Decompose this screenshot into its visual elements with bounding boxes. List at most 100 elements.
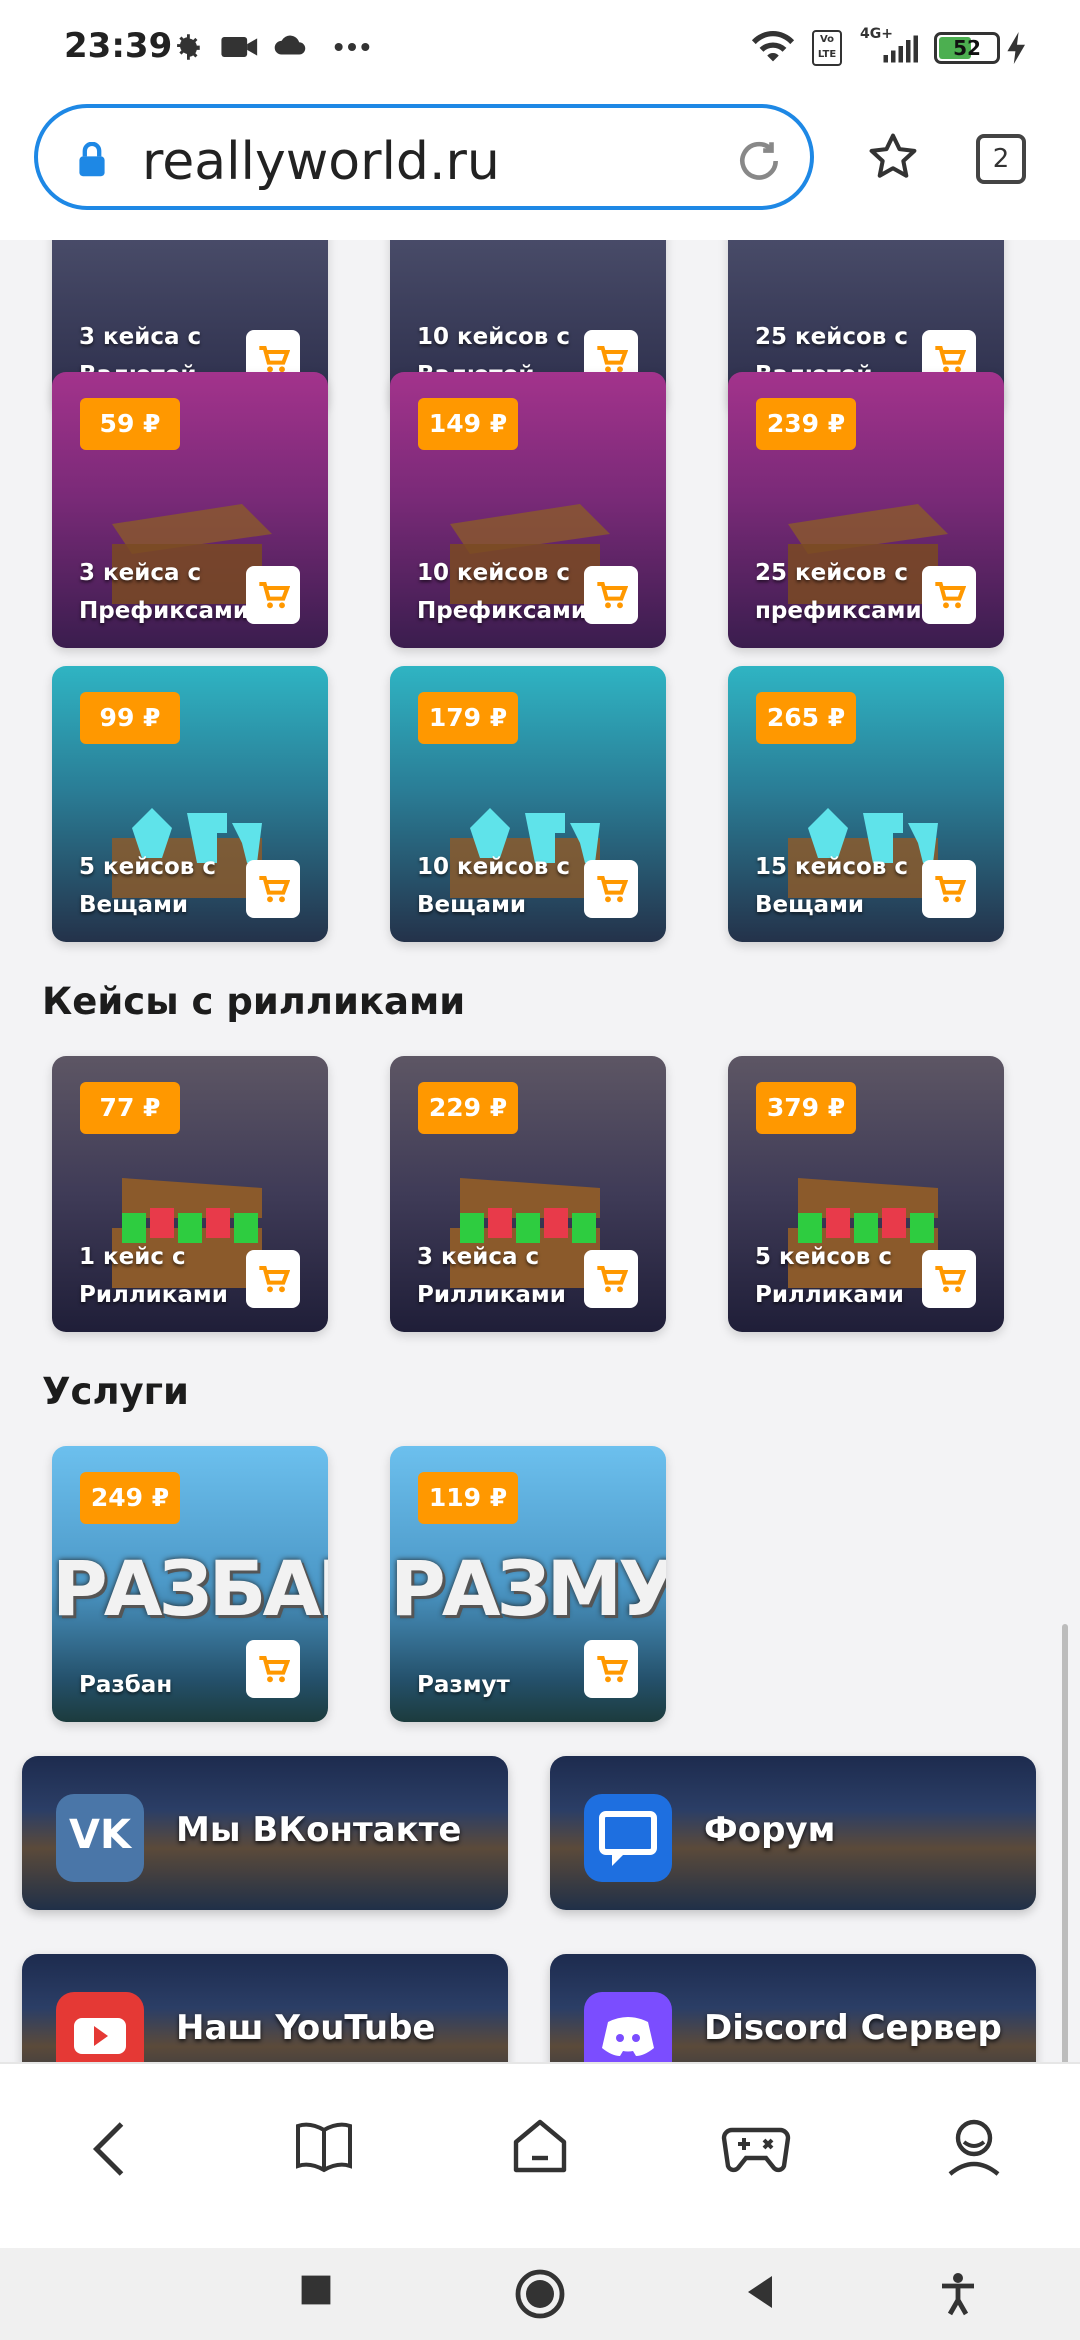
case-card[interactable]: 99 ₽ 5 кейсов с Вещами (52, 666, 328, 942)
case-card[interactable]: 59 ₽ 3 кейса с Префиксами (52, 372, 328, 648)
cart-icon (935, 1266, 966, 1293)
browser-toolbar: reallyworld.ru 2 (0, 96, 1080, 240)
case-name: 5 кейсов с Рилликами (755, 1244, 904, 1308)
cart-button[interactable] (922, 860, 976, 918)
cart-icon (259, 876, 290, 903)
price-badge: 149 ₽ (418, 398, 518, 450)
case-card[interactable]: 179 ₽ 10 кейсов с Вещами (390, 666, 666, 942)
vk-icon: VK (56, 1794, 144, 1882)
case-name: 1 кейс с Рилликами (79, 1244, 228, 1308)
more-dots-icon (334, 43, 370, 51)
bookmark-star-icon[interactable] (866, 130, 920, 184)
cart-button[interactable] (584, 566, 638, 624)
cart-icon (597, 1656, 628, 1683)
case-name: 5 кейсов с Вещами (79, 854, 216, 918)
page-content: 3 кейса с Валютой 10 кейсов с Валютой 25… (0, 240, 1080, 2062)
price-badge: 77 ₽ (80, 1082, 180, 1134)
gear-icon (177, 34, 200, 60)
case-name: 10 кейсов с Префиксами (417, 560, 587, 624)
recents-icon[interactable] (298, 2272, 334, 2308)
section-title-rilliki: Кейсы с рилликами (42, 980, 466, 1023)
cart-button[interactable] (246, 566, 300, 624)
reload-icon[interactable] (734, 136, 784, 186)
back-triangle-icon[interactable] (740, 2272, 780, 2312)
price-badge: 229 ₽ (418, 1082, 518, 1134)
section-title-services: Услуги (42, 1370, 189, 1413)
service-card[interactable]: РАЗБАН 249 ₽ Разбан (52, 1446, 328, 1722)
case-name: 10 кейсов с Вещами (417, 854, 570, 918)
cart-icon (259, 1656, 290, 1683)
price-badge: 99 ₽ (80, 692, 180, 744)
price-badge: 265 ₽ (756, 692, 856, 744)
service-name: Разбан (79, 1672, 173, 1698)
cart-button[interactable] (246, 1250, 300, 1308)
case-card[interactable]: 239 ₽ 25 кейсов с префиксами (728, 372, 1004, 648)
case-card[interactable]: 379 ₽ 5 кейсов с Рилликами (728, 1056, 1004, 1332)
browser-bottom-nav (0, 2062, 1080, 2248)
price-badge: 59 ₽ (80, 398, 180, 450)
service-name: Размут (417, 1672, 510, 1698)
cart-icon (597, 582, 628, 609)
status-bar: 23:39 Vo LTE 4G+ 52 (0, 0, 1080, 96)
battery-level: 52 (953, 36, 981, 60)
price-badge: 119 ₽ (418, 1472, 518, 1524)
cart-icon (259, 346, 290, 373)
social-link-youtube[interactable]: Наш YouTube (22, 1954, 508, 2062)
accessibility-icon[interactable] (938, 2272, 978, 2316)
youtube-icon (56, 1992, 144, 2062)
price-badge: 179 ₽ (418, 692, 518, 744)
case-card[interactable]: 229 ₽ 3 кейса с Рилликами (390, 1056, 666, 1332)
service-banner: РАЗМУТ (390, 1544, 666, 1633)
cart-icon (259, 1266, 290, 1293)
cart-button[interactable] (584, 1640, 638, 1698)
service-banner: РАЗБАН (52, 1544, 328, 1633)
back-icon[interactable] (84, 2114, 134, 2184)
service-card[interactable]: РАЗМУТ 119 ₽ Размут (390, 1446, 666, 1722)
signal-icon (883, 35, 918, 63)
video-icon (221, 37, 258, 57)
url-text[interactable]: reallyworld.ru (142, 132, 500, 192)
social-link-forum[interactable]: Форум (550, 1756, 1036, 1910)
case-card[interactable]: 265 ₽ 15 кейсов с Вещами (728, 666, 1004, 942)
page-scrollbar[interactable] (1062, 1624, 1068, 2062)
games-icon[interactable] (720, 2114, 792, 2178)
cart-icon (935, 876, 966, 903)
tab-switcher-button[interactable]: 2 (976, 134, 1026, 184)
bookmarks-icon[interactable] (292, 2114, 356, 2178)
cart-icon (935, 582, 966, 609)
forum-icon (584, 1794, 672, 1882)
social-link-vk[interactable]: VK Мы ВКонтакте (22, 1756, 508, 1910)
price-badge: 249 ₽ (80, 1472, 180, 1524)
social-label: Мы ВКонтакте (176, 1810, 462, 1850)
cart-button[interactable] (922, 566, 976, 624)
cart-button[interactable] (922, 1250, 976, 1308)
case-name: 25 кейсов с префиксами (755, 560, 922, 624)
price-badge: 379 ₽ (756, 1082, 856, 1134)
cart-button[interactable] (584, 1250, 638, 1308)
cart-icon (259, 582, 290, 609)
battery-icon: 52 (934, 32, 1000, 64)
cart-button[interactable] (246, 1640, 300, 1698)
discord-icon (584, 1992, 672, 2062)
address-bar[interactable]: reallyworld.ru (34, 104, 814, 210)
volte-badge: Vo LTE (812, 30, 842, 66)
cart-button[interactable] (246, 860, 300, 918)
system-nav-bar (0, 2248, 1080, 2340)
status-time: 23:39 (64, 26, 173, 66)
home-icon[interactable] (508, 2114, 572, 2178)
social-link-discord[interactable]: Discord Сервер (550, 1954, 1036, 2062)
case-card[interactable]: 77 ₽ 1 кейс с Рилликами (52, 1056, 328, 1332)
case-name: 3 кейса с Префиксами (79, 560, 249, 624)
cart-button[interactable] (584, 860, 638, 918)
charging-icon (1007, 32, 1025, 64)
cart-icon (597, 1266, 628, 1293)
cart-icon (597, 876, 628, 903)
price-badge: 239 ₽ (756, 398, 856, 450)
case-card[interactable]: 149 ₽ 10 кейсов с Префиксами (390, 372, 666, 648)
profile-icon[interactable] (942, 2114, 1006, 2178)
social-label: Наш YouTube (176, 2008, 436, 2048)
cloud-icon (274, 35, 306, 55)
home-circle-icon[interactable] (514, 2268, 566, 2320)
lock-icon (79, 142, 105, 177)
case-name: 15 кейсов с Вещами (755, 854, 908, 918)
